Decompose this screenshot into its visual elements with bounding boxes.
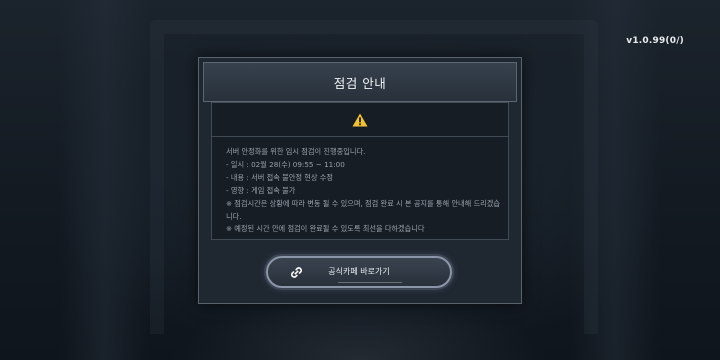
notice-line: - 내용 : 서버 접속 불안정 현상 수정 bbox=[226, 172, 333, 182]
background-rubble bbox=[170, 300, 550, 360]
notice-line: ※ 점검시간은 상황에 따라 변동 될 수 있으며, 점검 완료 시 본 공지를… bbox=[226, 198, 501, 221]
popup-title: 점검 안내 bbox=[333, 75, 387, 91]
version-label: v1.0.99(0/) bbox=[626, 36, 684, 46]
notice-line: - 영향 : 게임 접속 불가 bbox=[226, 185, 296, 195]
maintenance-notice-popup: 점검 안내 서버 안정화를 위한 임시 점검이 진행중입니다. - 일시 : 0… bbox=[198, 57, 522, 304]
notice-line: ※ 예정된 시간 안에 점검이 완료될 수 있도록 최선을 다하겠습니다 bbox=[226, 224, 425, 234]
game-background: v1.0.99(0/) 점검 안내 서버 안정화를 위한 임시 점검이 진행중입… bbox=[0, 0, 720, 360]
button-underline bbox=[338, 282, 402, 283]
notice-line: 서버 안정화를 위한 임시 점검이 진행중입니다. bbox=[226, 147, 366, 156]
notice-text: 서버 안정화를 위한 임시 점검이 진행중입니다. - 일시 : 02월 28(… bbox=[226, 146, 502, 236]
notice-content-box[interactable]: 서버 안정화를 위한 임시 점검이 진행중입니다. - 일시 : 02월 28(… bbox=[211, 102, 509, 240]
warning-triangle-icon bbox=[352, 113, 368, 126]
notice-line: - 일시 : 02월 28(수) 09:55 ~ 11:00 bbox=[226, 159, 345, 169]
official-cafe-button-label: 공식카페 바로가기 bbox=[328, 267, 390, 276]
official-cafe-button[interactable]: 공식카페 바로가기 bbox=[266, 256, 452, 288]
warning-row bbox=[212, 103, 508, 137]
background-pillar-left bbox=[60, 0, 150, 360]
popup-header: 점검 안내 bbox=[203, 62, 517, 102]
